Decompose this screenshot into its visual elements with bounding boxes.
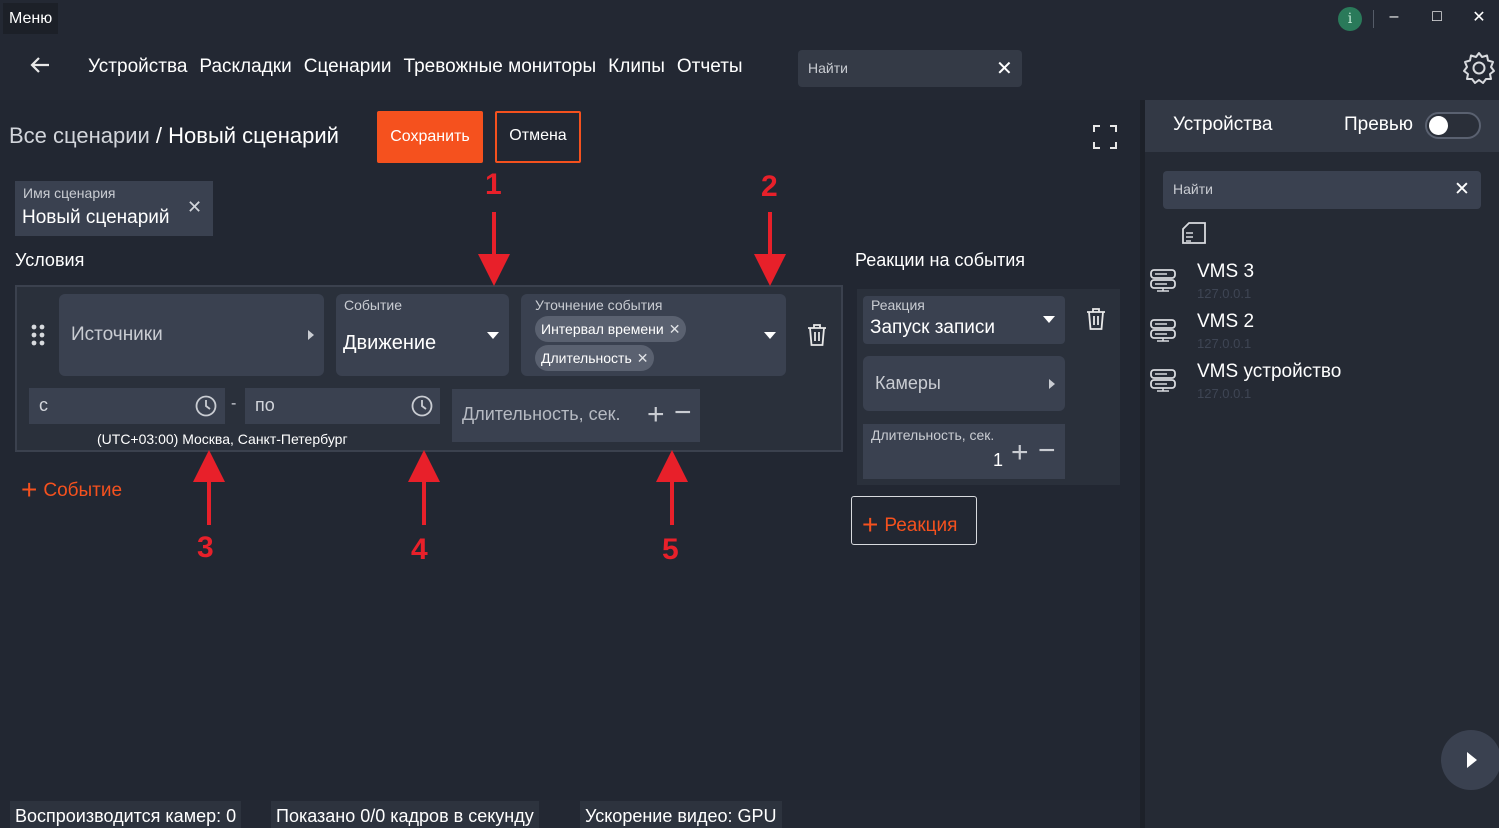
- annotation-5: 5: [662, 533, 679, 566]
- preview-toggle[interactable]: [1425, 112, 1481, 139]
- status-cameras: Воспроизводится камер: 0: [10, 801, 242, 828]
- maximize-button[interactable]: □: [1417, 0, 1457, 34]
- device-search-placeholder: Найти: [1173, 181, 1213, 197]
- annotation-3: 3: [197, 531, 214, 564]
- annotation-2: 2: [761, 170, 778, 203]
- status-fps: Показано 0/0 кадров в секунду: [271, 801, 539, 828]
- annotation-arrows: [193, 212, 786, 525]
- device-ip: 127.0.0.1: [1197, 286, 1252, 301]
- server-icon: [1149, 268, 1177, 292]
- preview-label: Превью: [1344, 114, 1414, 135]
- annotation-4: 4: [411, 533, 428, 566]
- device-ip: 127.0.0.1: [1197, 336, 1252, 351]
- server-icon: [1149, 318, 1177, 342]
- gear-icon[interactable]: [1461, 50, 1497, 86]
- toggle-knob: [1429, 116, 1448, 135]
- device-name[interactable]: VMS устройство: [1197, 361, 1341, 383]
- play-icon: [1467, 752, 1477, 768]
- panel-splitter[interactable]: [1140, 100, 1145, 828]
- device-name[interactable]: VMS 3: [1197, 261, 1254, 283]
- close-window-button[interactable]: ✕: [1459, 0, 1499, 34]
- info-icon[interactable]: i: [1338, 7, 1362, 31]
- tab-devices[interactable]: Устройства: [1173, 114, 1272, 136]
- minimize-button[interactable]: –: [1374, 0, 1414, 34]
- device-search-input[interactable]: Найти ✕: [1163, 171, 1481, 209]
- server-icon: [1149, 368, 1177, 392]
- device-name[interactable]: VMS 2: [1197, 311, 1254, 333]
- annotation-1: 1: [485, 168, 502, 201]
- expand-panel-button[interactable]: [1441, 730, 1499, 790]
- devices-panel: [1145, 100, 1499, 828]
- tree-collapse-icon[interactable]: [1181, 221, 1209, 245]
- status-acceleration: Ускорение видео: GPU: [580, 801, 782, 828]
- device-ip: 127.0.0.1: [1197, 386, 1252, 401]
- clear-search-icon[interactable]: ✕: [1454, 178, 1470, 201]
